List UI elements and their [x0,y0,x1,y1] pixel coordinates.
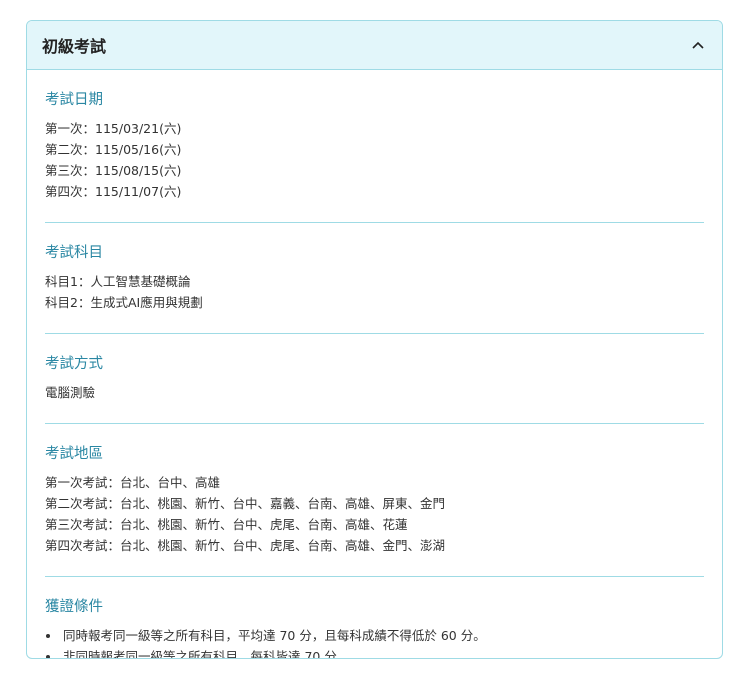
subject-line: 科目2：生成式AI應用與規劃 [45,295,203,310]
section-exam-subjects: 考試科目 科目1：人工智慧基礎概論 科目2：生成式AI應用與規劃 [45,223,704,334]
section-title: 獲證條件 [45,599,103,615]
location-line: 第二次考試：台北、桃園、新竹、台中、嘉義、台南、高雄、屏東、金門 [45,496,446,511]
date-line: 第一次：115/03/21(六) [45,121,182,136]
list-item: 同時報考同一級等之所有科目，平均達 70 分，且每科成績不得低於 60 分。 [61,625,704,646]
location-line: 第三次考試：台北、桃園、新竹、台中、虎尾、台南、高雄、花蓮 [45,517,408,532]
panel-header[interactable]: 初級考試 [27,21,722,70]
list-item: 非同時報考同一級等之所有科目，每科皆達 70 分。 [61,646,704,658]
panel-title: 初級考試 [42,37,107,56]
location-line: 第一次考試：台北、台中、高雄 [45,475,221,490]
section-title: 考試地區 [45,446,103,462]
section-certification: 獲證條件 同時報考同一級等之所有科目，平均達 70 分，且每科成績不得低於 60… [45,577,704,658]
subject-line: 科目1：人工智慧基礎概論 [45,274,191,289]
exam-panel: 初級考試 考試日期 第一次：115/03/21(六) 第二次：115/05/16… [26,20,723,659]
date-line: 第二次：115/05/16(六) [45,142,182,157]
section-exam-locations: 考試地區 第一次考試：台北、台中、高雄 第二次考試：台北、桃園、新竹、台中、嘉義… [45,424,704,577]
date-line: 第三次：115/08/15(六) [45,163,182,178]
section-title: 考試日期 [45,92,103,108]
section-title: 考試科目 [45,245,103,261]
chevron-up-icon[interactable] [690,37,706,53]
section-title: 考試方式 [45,356,103,372]
method-line: 電腦測驗 [45,385,96,400]
section-exam-method: 考試方式 電腦測驗 [45,334,704,424]
section-exam-dates: 考試日期 第一次：115/03/21(六) 第二次：115/05/16(六) 第… [45,70,704,223]
location-line: 第四次考試：台北、桃園、新竹、台中、虎尾、台南、高雄、金門、澎湖 [45,538,446,553]
date-line: 第四次：115/11/07(六) [45,184,182,199]
certification-list: 同時報考同一級等之所有科目，平均達 70 分，且每科成績不得低於 60 分。 非… [45,625,704,658]
